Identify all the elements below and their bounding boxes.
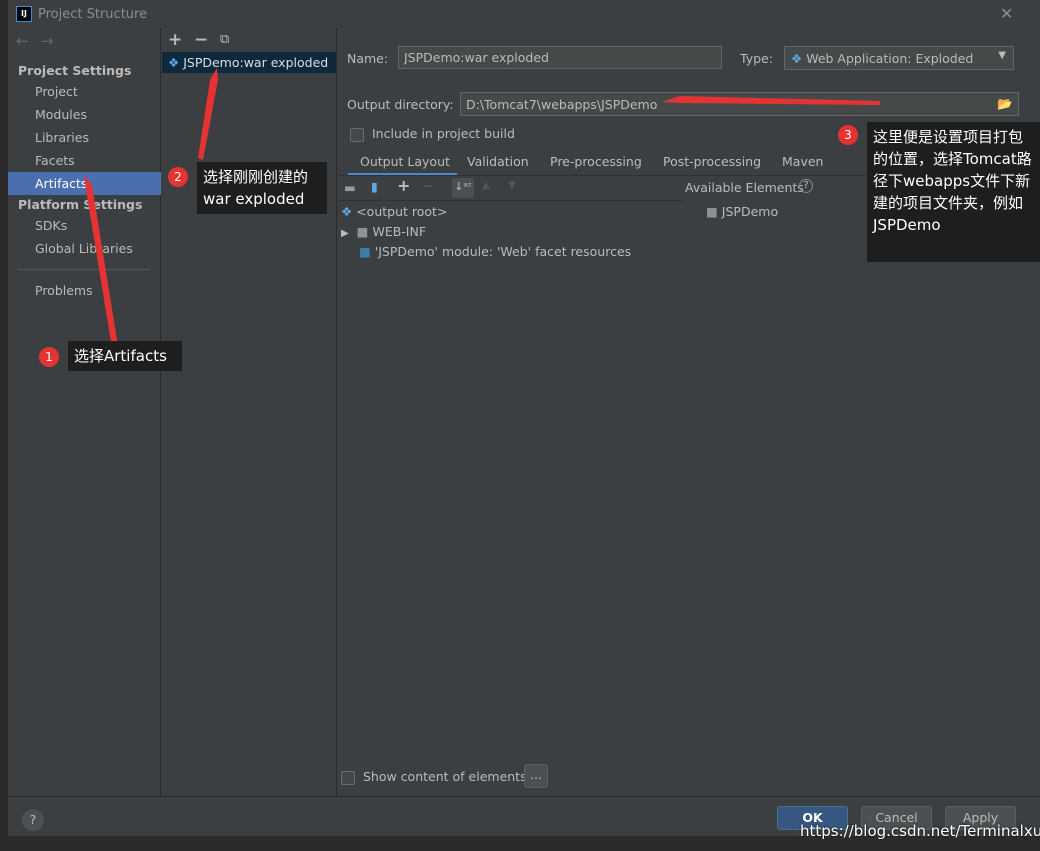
annotation-3: 这里便是设置项目打包的位置，选择Tomcat路径下webapps文件下新建的项目… bbox=[867, 122, 1040, 262]
annotation-badge-3: 3 bbox=[838, 125, 858, 145]
annotation-2: 选择刚刚创建的war exploded bbox=[197, 162, 327, 214]
arrow-3 bbox=[662, 96, 880, 105]
watermark: https://blog.csdn.net/Terminalxun bbox=[800, 822, 1040, 840]
arrow-2 bbox=[198, 68, 218, 160]
annotation-badge-2: 2 bbox=[168, 167, 188, 187]
annotation-badge-1: 1 bbox=[39, 347, 59, 367]
annotation-1: 选择Artifacts bbox=[68, 341, 182, 371]
arrow-1 bbox=[84, 175, 118, 348]
